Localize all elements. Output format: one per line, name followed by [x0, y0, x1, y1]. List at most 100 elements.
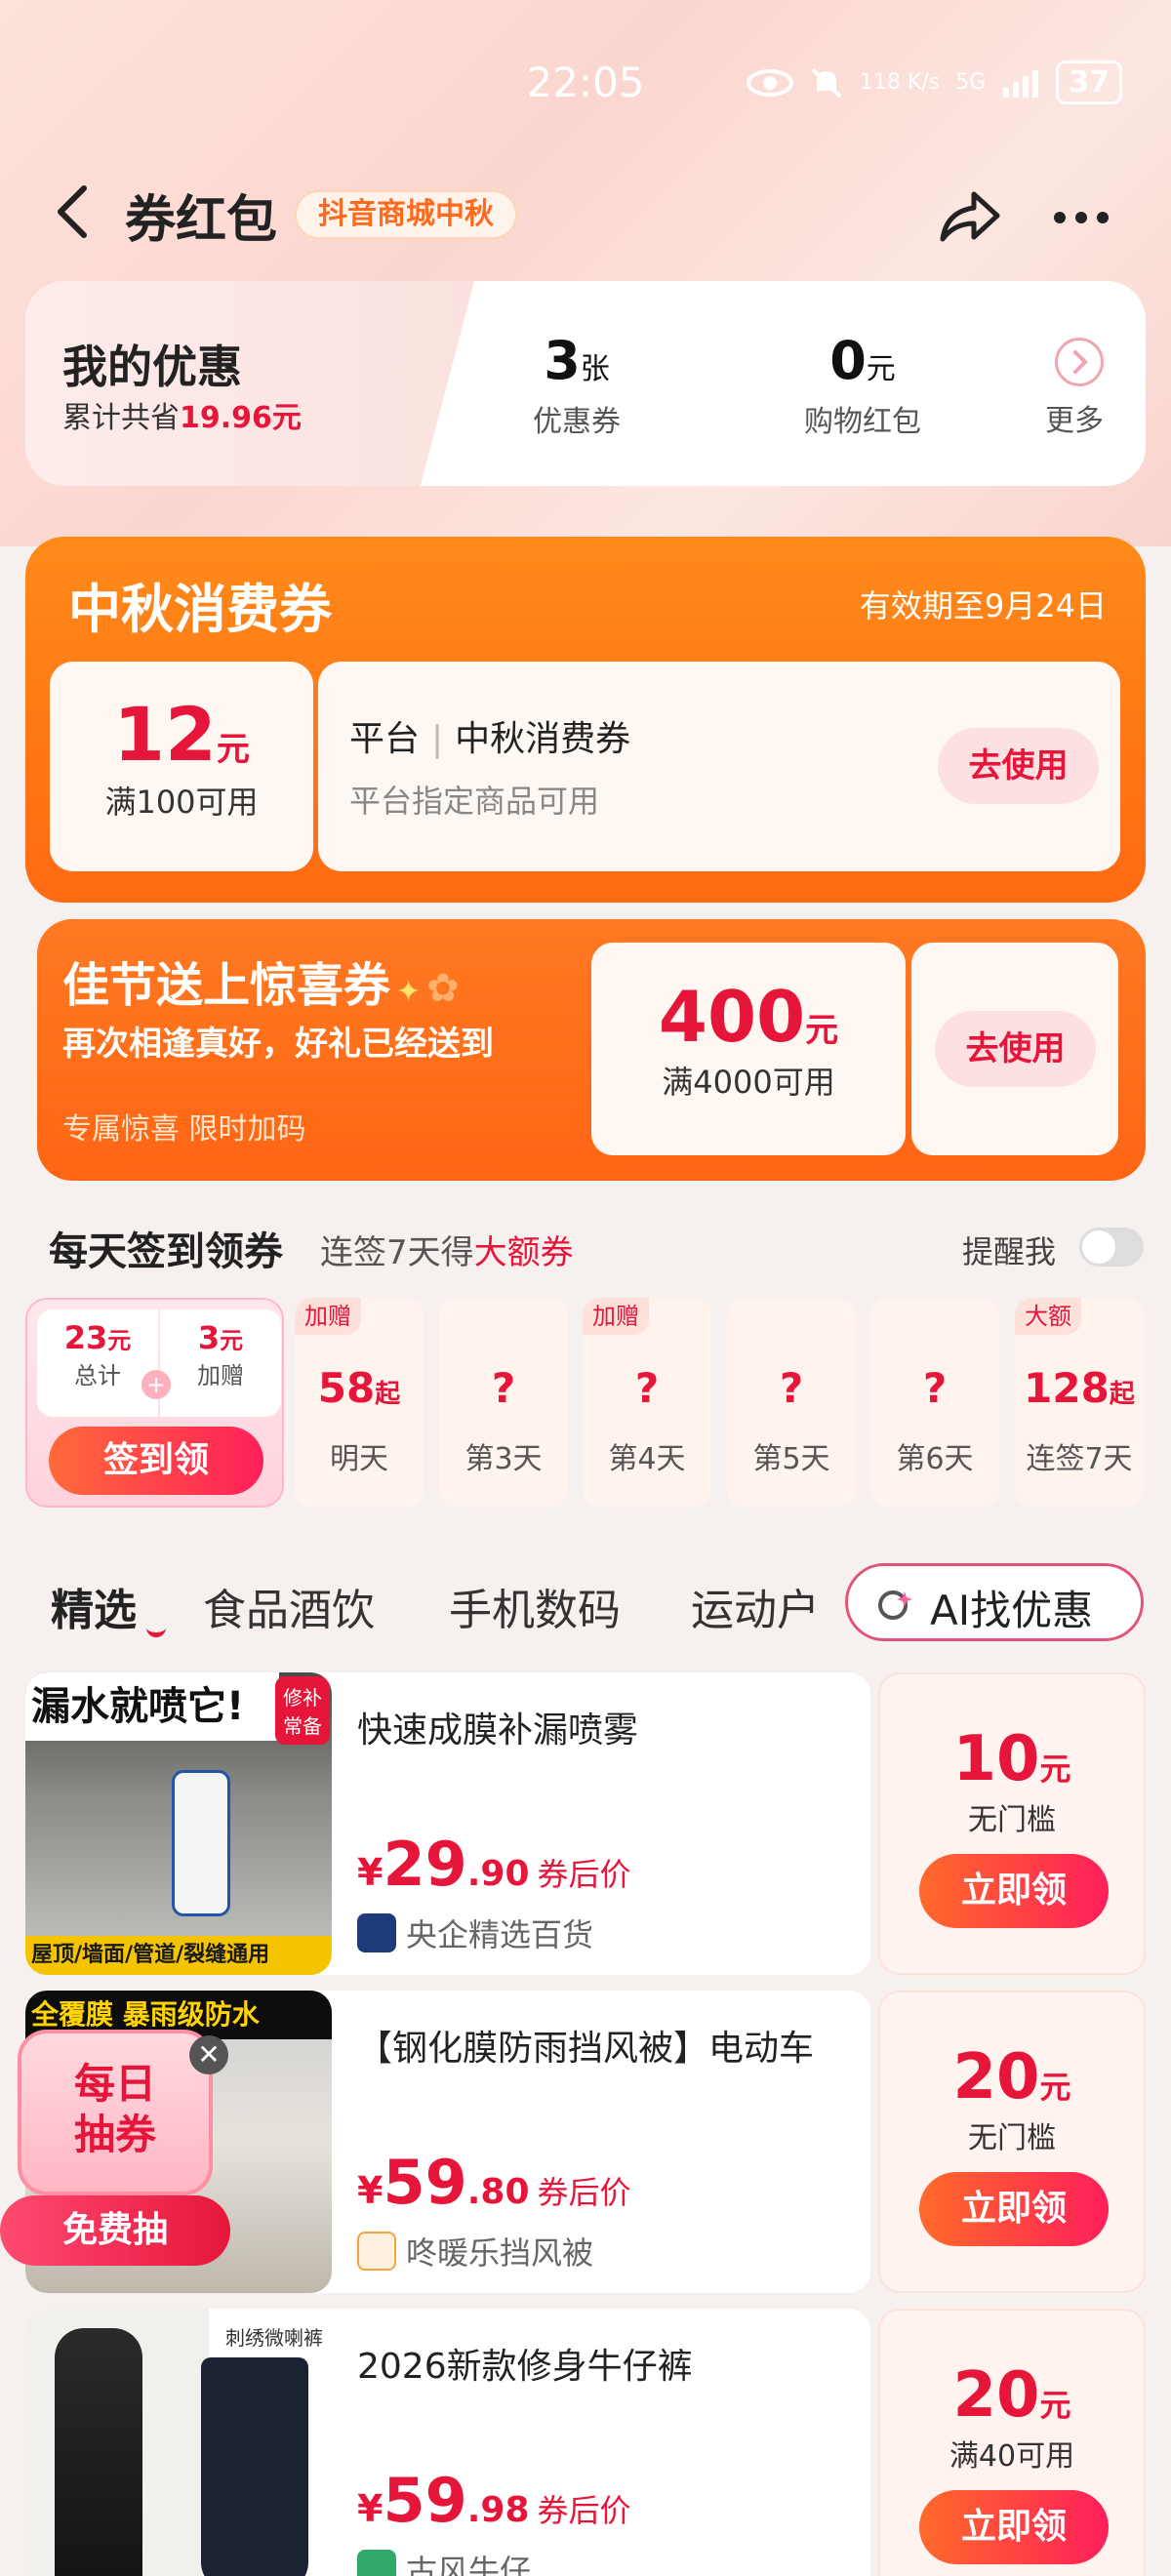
sign-day-suffix: 起: [1109, 1380, 1135, 1409]
mid-autumn-coupon-card: 中秋消费券 有效期至9月24日 12元 满100可用 平台 | 中秋消费券 平台指定…: [25, 537, 1146, 903]
sign-day-card: ? 第5天: [727, 1298, 856, 1508]
ai-find-deals-button[interactable]: AI找优惠: [845, 1563, 1144, 1641]
sign-in-total-value: 23: [63, 1319, 108, 1356]
active-tab-indicator: [146, 1624, 166, 1637]
store-logo-icon: [357, 2550, 396, 2576]
sign-day-label: 明天: [330, 1442, 388, 1476]
coupon-condition: 无门槛: [968, 1803, 1056, 1837]
mid-autumn-name: 平台 | 中秋消费券: [349, 719, 631, 759]
product-card[interactable]: 漏水就喷它! 修补常备 屋顶/墙面/管道/裂缝通用 快速成膜补漏喷雾 ¥29.9…: [25, 1672, 1146, 1975]
coupon-condition: 满40可用: [949, 2439, 1075, 2474]
claim-coupon-button[interactable]: 立即领: [919, 2490, 1109, 2564]
product-image-caption: 刺绣微喇裤: [225, 2326, 323, 2350]
redpacket-stat[interactable]: 0元 购物红包: [804, 330, 921, 440]
more-label[interactable]: 更多: [1045, 396, 1104, 439]
close-icon[interactable]: ✕: [189, 2035, 228, 2074]
tab-featured[interactable]: 精选: [51, 1575, 137, 1637]
daily-draw-title-line2: 抽券: [73, 2111, 156, 2158]
store-info[interactable]: 央企精选百货: [357, 1911, 593, 1955]
store-info[interactable]: 古风牛仔: [357, 2547, 531, 2576]
price-decimal: .80: [466, 2172, 530, 2212]
store-logo-icon: [357, 2232, 396, 2271]
festival-amount-box: 400元 满4000可用: [591, 943, 906, 1155]
sign-in-bonus-value: 3: [197, 1319, 221, 1356]
product-image-badge: 修补常备: [275, 1676, 330, 1745]
product-image[interactable]: 漏水就喷它! 修补常备 屋顶/墙面/管道/裂缝通用: [25, 1672, 332, 1975]
redpacket-label: 购物红包: [804, 405, 921, 439]
product-main[interactable]: 刺绣微喇裤 2026新款修身牛仔裤 ¥59.98 券后价 古风牛仔: [25, 2309, 870, 2576]
coupons-label: 优惠券: [533, 405, 621, 439]
event-badge[interactable]: 抖音商城中秋: [295, 190, 517, 239]
sign-day-label: 第6天: [896, 1442, 974, 1476]
product-name[interactable]: 【钢化膜防雨挡风被】电动车: [357, 2020, 814, 2071]
daily-draw-title-line1: 每日: [73, 2060, 156, 2108]
sign-day-tag: 加赠: [295, 1298, 361, 1335]
sign-day-value: ?: [922, 1364, 948, 1412]
plus-icon: +: [141, 1370, 171, 1399]
back-arrow-icon[interactable]: [49, 182, 98, 241]
redpacket-amount: 0: [829, 330, 867, 391]
price-integer: 29: [383, 1829, 467, 1900]
my-discount-card: 我的优惠 累计共省19.96元 3张 优惠券 0元 购物红包 更多: [25, 281, 1146, 486]
sign-day-value: ?: [634, 1364, 660, 1412]
daily-draw-title: 每日 抽券: [21, 2059, 209, 2160]
mute-bell-icon: [811, 67, 842, 98]
sign-day-card: 大额 128起 连签7天: [1015, 1298, 1144, 1508]
network-type: 5G: [955, 70, 987, 95]
more-chevron-icon[interactable]: [1055, 338, 1104, 386]
coupons-stat[interactable]: 3张 优惠券: [533, 330, 621, 440]
product-main[interactable]: 漏水就喷它! 修补常备 屋顶/墙面/管道/裂缝通用 快速成膜补漏喷雾 ¥29.9…: [25, 1672, 870, 1975]
product-card[interactable]: 刺绣微喇裤 2026新款修身牛仔裤 ¥59.98 券后价 古风牛仔 20元 满40…: [25, 2309, 1146, 2576]
claim-coupon-button[interactable]: 立即领: [919, 2172, 1109, 2246]
more-options-icon[interactable]: [1052, 210, 1110, 225]
coupon-amount: 20: [952, 2041, 1040, 2113]
sign-in-main-card: 23元 总计 3元 加赠 + 签到领: [25, 1298, 284, 1508]
free-draw-button[interactable]: 免费抽: [0, 2195, 230, 2266]
festival-condition: 满4000可用: [662, 1064, 835, 1101]
header: 券红包 抖音商城中秋: [0, 171, 1171, 259]
remind-toggle-knob: [1082, 1230, 1115, 1264]
tab-digital[interactable]: 手机数码: [449, 1575, 621, 1637]
tab-sports[interactable]: 运动户: [691, 1575, 818, 1637]
battery-level: 37: [1056, 60, 1122, 104]
festival-use-button[interactable]: 去使用: [935, 1011, 1096, 1087]
product-name[interactable]: 2026新款修身牛仔裤: [357, 2338, 693, 2389]
price-decimal: .98: [466, 2490, 530, 2530]
mid-autumn-title: 中秋消费券: [68, 579, 332, 640]
coupon-condition: 无门槛: [968, 2121, 1056, 2155]
claim-coupon-button[interactable]: 立即领: [919, 1854, 1109, 1928]
flower-icon: ✿: [426, 966, 460, 1011]
price-note: 券后价: [537, 2492, 631, 2529]
sign-day-value: 58: [317, 1364, 376, 1412]
share-icon[interactable]: [935, 181, 1003, 249]
sign-in-subtitle: 连签7天得大额券: [320, 1226, 574, 1273]
sign-day-label: 第5天: [752, 1442, 830, 1476]
product-image[interactable]: 刺绣微喇裤: [25, 2309, 332, 2576]
daily-draw-card[interactable]: 每日 抽券: [18, 2030, 213, 2195]
festival-coupon-card: 佳节送上惊喜券 ✦ ✿ 再次相逢真好，好礼已经送到 专属惊喜 限时加码 400元 满…: [37, 919, 1146, 1181]
sign-day-label: 第3天: [464, 1442, 543, 1476]
price-note: 券后价: [537, 2174, 631, 2211]
sign-day-tag: 大额: [1015, 1298, 1081, 1335]
product-image-headline: 漏水就喷它!: [25, 1672, 279, 1741]
eye-icon: [746, 68, 793, 97]
sign-in-button[interactable]: 签到领: [49, 1427, 263, 1495]
remind-toggle[interactable]: [1079, 1228, 1144, 1267]
product-name[interactable]: 快速成膜补漏喷雾: [357, 1702, 638, 1752]
mid-autumn-info-box: 平台 | 中秋消费券 平台指定商品可用 去使用: [318, 662, 1120, 871]
mid-autumn-validity: 有效期至9月24日: [859, 587, 1107, 624]
sign-in-bonus-unit: 元: [220, 1327, 244, 1354]
store-info[interactable]: 咚暖乐挡风被: [357, 2229, 593, 2274]
mid-autumn-use-button[interactable]: 去使用: [938, 728, 1099, 804]
festival-subtitle: 再次相逢真好，好礼已经送到: [62, 1025, 494, 1064]
status-bar: 22:05 118 K/s 5G 37: [0, 49, 1171, 127]
price-currency: ¥: [357, 2169, 384, 2212]
festival-title-text: 佳节送上惊喜券: [62, 958, 391, 1013]
tab-food-drinks[interactable]: 食品酒饮: [203, 1575, 375, 1637]
coupon-unit: 元: [1039, 2387, 1071, 2424]
mid-autumn-unit: 元: [216, 730, 250, 769]
sign-in-total-unit: 元: [107, 1327, 132, 1354]
product-price: ¥29.90 券后价: [357, 1829, 631, 1900]
sign-in-header: 每天签到领券 连签7天得大额券 提醒我: [49, 1220, 1144, 1278]
sign-in-subtitle-prefix: 连签7天得: [320, 1233, 474, 1272]
